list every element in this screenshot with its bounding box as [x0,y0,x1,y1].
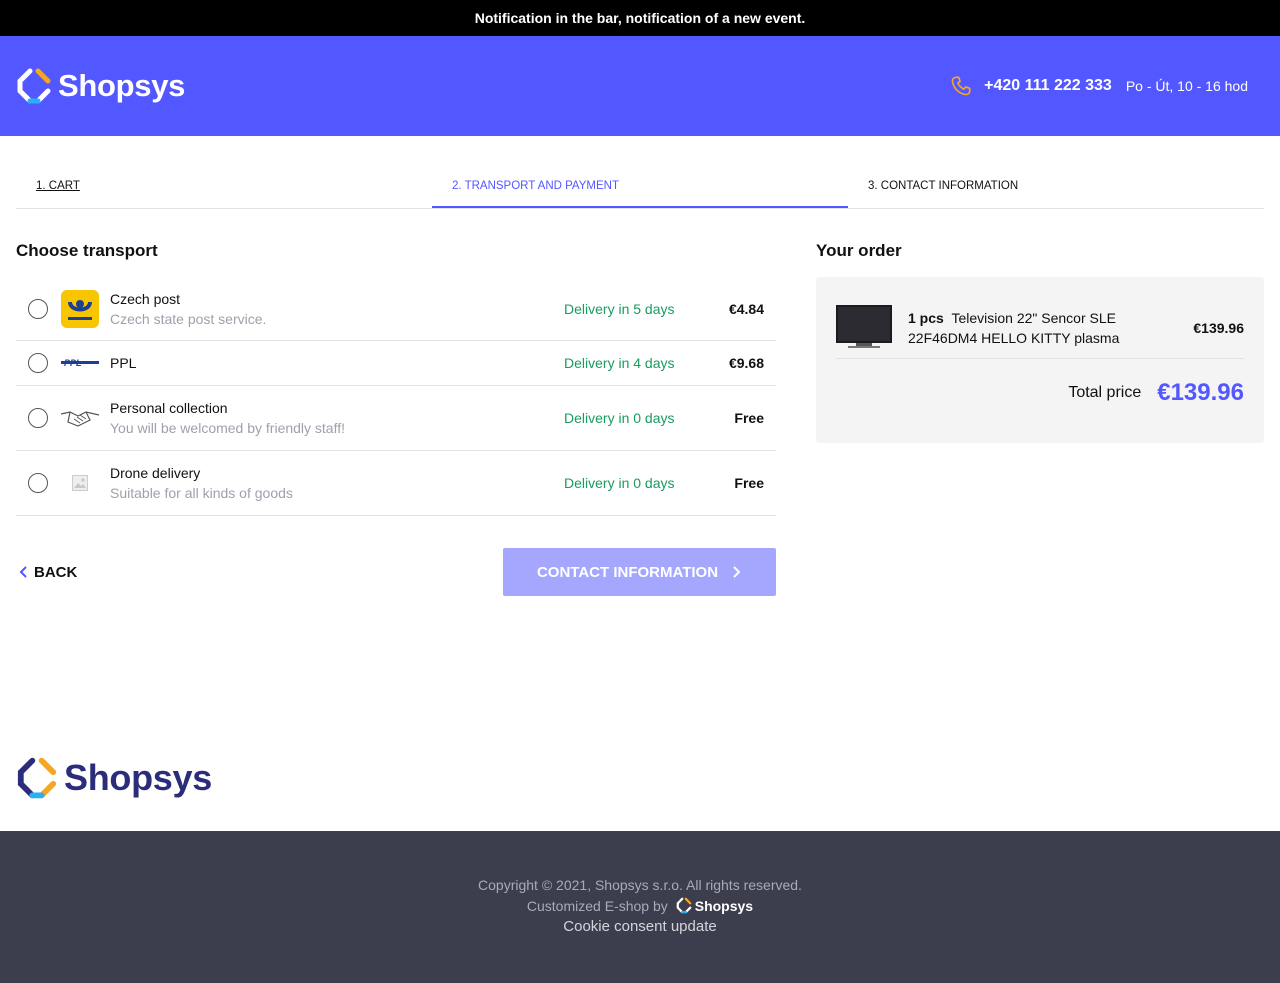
copyright: Copyright © 2021, Shopsys s.r.o. All rig… [478,877,802,893]
transport-price: Free [734,410,764,426]
step-contact-information: 3. Contact information [848,168,1264,208]
site-header: Shopsys +420 111 222 333 Po - Út, 10 - 1… [0,36,1280,136]
transport-section: Choose transport Czech post Czech state … [16,238,776,596]
product-thumbnail[interactable] [836,304,892,351]
transport-name: Personal collection [110,400,228,416]
order-box: 1 pcs Television 22" Sencor SLE 22F46DM4… [816,277,1264,443]
chevron-left-icon [19,566,27,578]
contact-information-button[interactable]: Contact information [503,548,776,596]
cookie-consent-link[interactable]: Cookie consent update [0,918,1280,935]
back-button[interactable]: Back [16,564,77,581]
transport-title: Choose transport [16,241,158,260]
order-summary: Your order 1 pcs Television 22" Sencor S… [816,238,1264,443]
item-price: €139.96 [1193,319,1244,336]
ppl-logo: PPL [60,344,100,382]
delivery-time: Delivery in 4 days [564,355,675,371]
czech-post-logo [60,289,100,328]
transport-option-drone-delivery[interactable]: Drone delivery Suitable for all kinds of… [16,451,776,516]
logo-text: Shopsys [58,68,186,103]
transport-list: Czech post Czech state post service. Del… [16,277,776,516]
step-label: 2. Transport and payment [452,180,620,192]
transport-price: €9.68 [728,355,764,371]
shopsys-logo-icon [676,897,692,914]
transport-option-czech-post[interactable]: Czech post Czech state post service. Del… [16,277,776,341]
transport-description: You will be welcomed by friendly staff! [110,420,346,436]
shopsys-logo-icon [17,68,51,104]
phone-number[interactable]: +420 111 222 333 [984,77,1112,95]
order-total: Total price €139.96 [836,379,1244,407]
checkout-steps: 1. Cart 2. Transport and payment 3. Cont… [16,168,1264,209]
transport-name: PPL [110,355,137,371]
image-placeholder-icon [60,464,100,502]
radio-button[interactable] [28,298,48,319]
logo-text: Shopsys [64,757,212,798]
handshake-icon [60,399,100,437]
back-label: Back [34,563,78,581]
customized-label: Customized E-shop by [526,897,668,914]
radio-button[interactable] [28,408,48,428]
transport-name: Czech post [110,290,181,307]
transport-name: Drone delivery [110,465,201,481]
total-label: Total price [1068,384,1142,401]
phone-icon [951,76,971,96]
order-title: Your order [816,241,902,260]
delivery-time: Delivery in 5 days [564,300,675,317]
order-item: 1 pcs Television 22" Sencor SLE 22F46DM4… [836,297,1244,359]
delivery-time: Delivery in 0 days [564,410,675,426]
transport-price: €4.84 [728,300,764,317]
footer-logo[interactable]: Shopsys [16,756,212,800]
transport-description: Czech state post service. [110,310,267,327]
notification-bar: Notification in the bar, notification of… [0,0,1280,36]
transport-price: Free [734,475,764,491]
opening-hours: Po - Út, 10 - 16 hod [1125,78,1248,94]
step-cart[interactable]: 1. Cart [16,168,432,208]
transport-option-ppl[interactable]: PPL PPL Delivery in 4 days €9.68 [16,341,776,386]
step-label: 3. Contact information [868,180,1019,192]
delivery-time: Delivery in 0 days [564,475,675,491]
total-value: €139.96 [1157,379,1244,406]
header-logo[interactable]: Shopsys [16,67,185,105]
transport-option-personal-collection[interactable]: Personal collection You will be welcomed… [16,386,776,451]
chevron-right-icon [733,566,741,578]
radio-button[interactable] [28,353,48,373]
header-contact: +420 111 222 333 Po - Út, 10 - 16 hod [950,75,1248,97]
notification-text: Notification in the bar, notification of… [474,10,806,26]
svg-text:PPL: PPL [64,358,82,368]
mini-logo-text: Shopsys [694,897,754,914]
shopsys-logo-icon [17,757,57,799]
item-quantity: 1 pcs [908,309,944,326]
next-label: Contact information [536,563,719,581]
radio-button[interactable] [28,473,48,493]
order-item-text: 1 pcs Television 22" Sencor SLE 22F46DM4… [908,308,1128,348]
step-label: 1. Cart [36,180,80,192]
step-transport-payment: 2. Transport and payment [432,168,848,208]
checkout-actions: Back Contact information [16,548,776,596]
site-footer: Copyright © 2021, Shopsys s.r.o. All rig… [0,831,1280,983]
customized-by: Customized E-shop by Shopsys [0,897,1280,914]
footer-shopsys-link[interactable]: Shopsys [676,897,753,914]
transport-description: Suitable for all kinds of goods [110,485,293,501]
